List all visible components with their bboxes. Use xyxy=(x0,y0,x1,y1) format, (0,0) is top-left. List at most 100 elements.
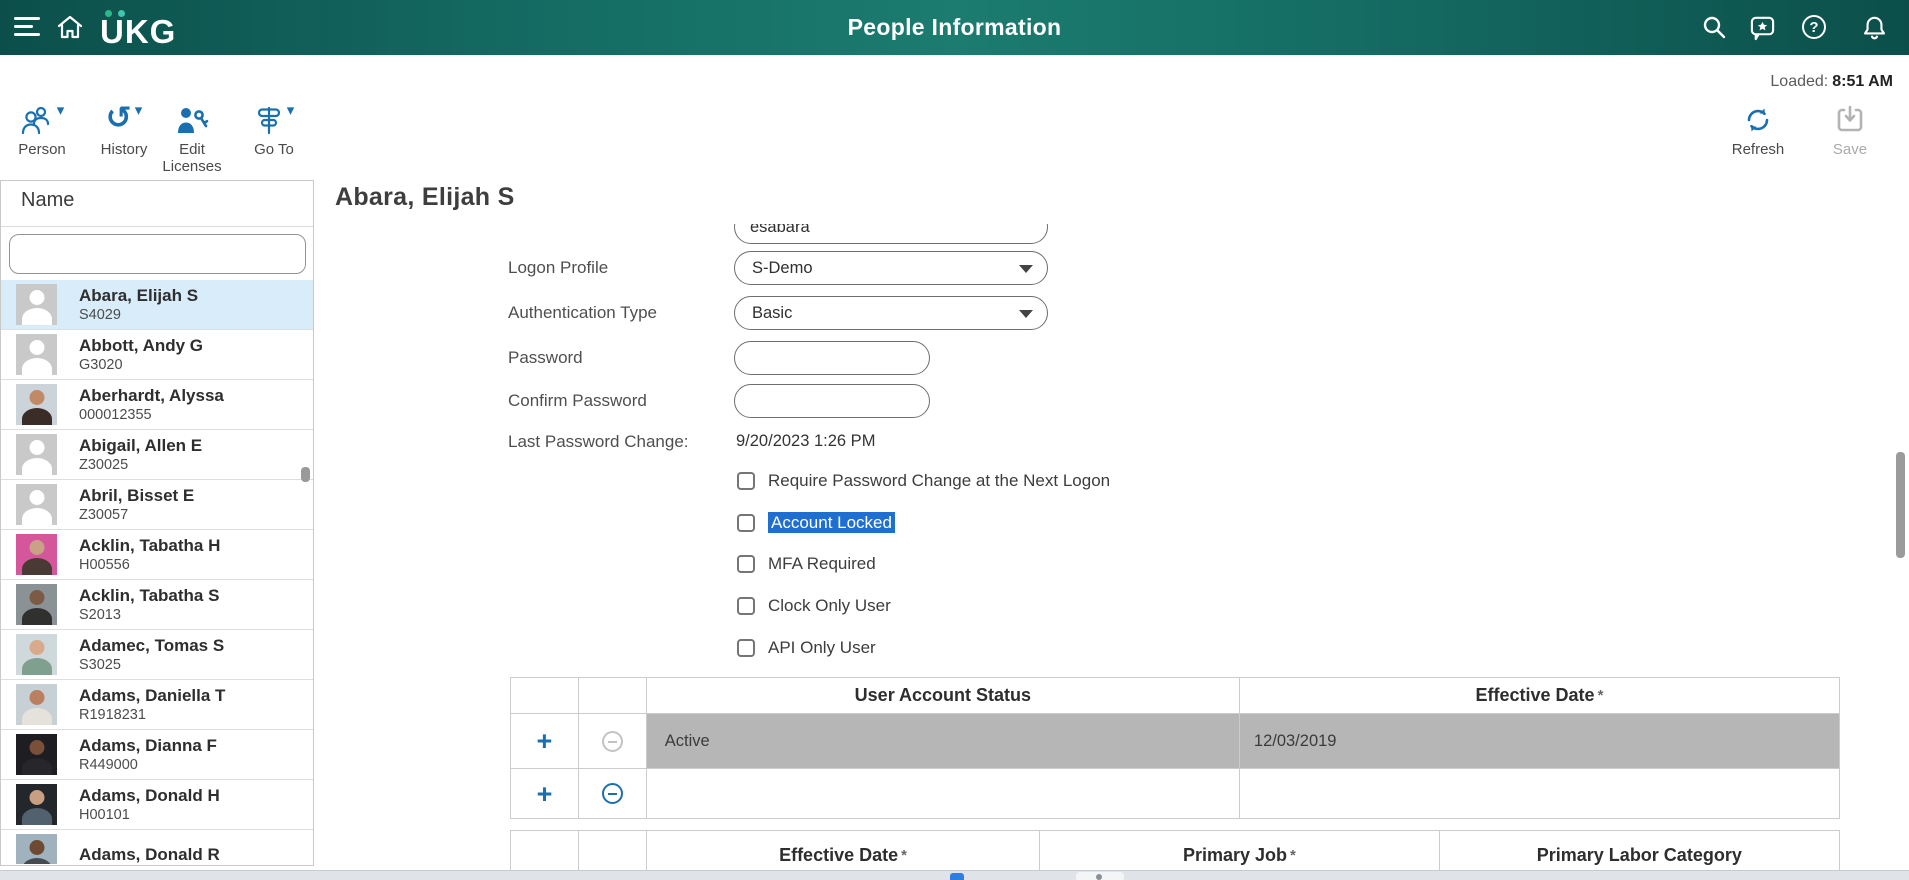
account-locked-label[interactable]: Account Locked xyxy=(768,513,895,533)
option-row: Clock Only User xyxy=(737,595,891,617)
save-label: Save xyxy=(1818,141,1882,158)
ukg-people-information-screen: UKG People Information ? Loaded:8: xyxy=(0,0,1909,880)
user-account-status-cell[interactable]: Active xyxy=(647,714,1240,769)
person-name: Aberhardt, Alyssa xyxy=(79,386,224,406)
remove-row-button[interactable] xyxy=(602,783,623,804)
person-name: Abril, Bisset E xyxy=(79,486,194,506)
person-list-item[interactable]: Adams, Dianna F R449000 xyxy=(1,730,313,780)
home-icon[interactable] xyxy=(55,12,85,47)
go-to-menu-button[interactable]: ▾ Go To xyxy=(242,104,306,158)
avatar-photo xyxy=(16,834,57,864)
person-id: Z30057 xyxy=(79,506,194,524)
person-list-item[interactable]: Abigail, Allen E Z30025 xyxy=(1,430,313,480)
page-title: People Information xyxy=(848,14,1062,41)
menu-icon[interactable] xyxy=(14,16,42,38)
last-password-change-value: 9/20/2023 1:26 PM xyxy=(736,432,875,451)
avatar-placeholder xyxy=(16,284,57,325)
add-row-button[interactable]: + xyxy=(537,782,553,806)
refresh-label: Refresh xyxy=(1726,141,1790,158)
clock-only-user-label[interactable]: Clock Only User xyxy=(768,596,891,616)
save-button[interactable]: Save xyxy=(1818,104,1882,158)
add-row-button[interactable]: + xyxy=(537,729,553,753)
app-header: UKG People Information ? xyxy=(0,0,1909,55)
mfa-required-checkbox[interactable] xyxy=(737,555,755,573)
person-menu-button[interactable]: ▾ Person xyxy=(10,104,74,158)
required-marker: * xyxy=(1290,847,1296,864)
person-detail-title: Abara, Elijah S xyxy=(335,183,515,212)
required-marker: * xyxy=(901,847,907,864)
ukg-logo: UKG xyxy=(100,7,176,51)
logon-profile-select[interactable]: S-Demo xyxy=(734,251,1048,285)
avatar-placeholder xyxy=(16,334,57,375)
person-list-item[interactable]: Acklin, Tabatha S S2013 xyxy=(1,580,313,630)
effective-date-cell-empty[interactable] xyxy=(1240,769,1839,818)
effective-date-cell[interactable]: 12/03/2019 xyxy=(1240,714,1839,769)
person-id: R1918231 xyxy=(79,706,225,724)
taskbar-app-icon[interactable] xyxy=(950,873,964,880)
person-id: H00101 xyxy=(79,806,220,824)
edit-licenses-button[interactable]: Edit Licenses xyxy=(160,104,224,175)
password-input[interactable] xyxy=(734,341,930,375)
avatar-photo xyxy=(16,684,57,725)
remove-row-button-disabled[interactable] xyxy=(602,731,623,752)
person-icon xyxy=(20,104,54,140)
remove-column-header xyxy=(579,678,647,714)
authentication-type-select[interactable]: Basic xyxy=(734,296,1048,330)
history-menu-button[interactable]: ↺ ▾ History xyxy=(92,104,156,158)
edit-licenses-icon xyxy=(175,104,209,140)
refresh-button[interactable]: Refresh xyxy=(1726,104,1790,158)
feedback-icon[interactable] xyxy=(1748,13,1776,41)
require-password-change-label[interactable]: Require Password Change at the Next Logo… xyxy=(768,471,1110,491)
person-id: Z30025 xyxy=(79,456,202,474)
main-scrollbar-thumb[interactable] xyxy=(1896,452,1905,558)
table-row-empty: + xyxy=(511,769,1839,818)
person-list-item[interactable]: Abril, Bisset E Z30057 xyxy=(1,480,313,530)
ukg-logo-dots xyxy=(105,10,127,17)
person-list-item[interactable]: Abara, Elijah S S4029 xyxy=(1,280,313,330)
sidebar-scrollbar-thumb[interactable] xyxy=(301,467,310,482)
loaded-label: Loaded: xyxy=(1770,73,1828,90)
sidebar-header: Name xyxy=(21,189,74,212)
option-row: Account Locked xyxy=(737,512,895,534)
people-sidebar: Name Abara, Elijah S S4029 Abbott, Andy … xyxy=(0,180,314,866)
api-only-user-checkbox[interactable] xyxy=(737,639,755,657)
person-list-item[interactable]: Acklin, Tabatha H H00556 xyxy=(1,530,313,580)
api-only-user-label[interactable]: API Only User xyxy=(768,638,876,658)
person-name: Adams, Daniella T xyxy=(79,686,225,706)
person-list-item[interactable]: Adams, Donald R xyxy=(1,830,313,864)
table-row: + Active 12/03/2019 xyxy=(511,714,1839,769)
option-row: API Only User xyxy=(737,637,876,659)
username-input[interactable] xyxy=(734,224,1048,244)
avatar-placeholder xyxy=(16,484,57,525)
edit-licenses-label-line1: Edit xyxy=(179,141,205,158)
account-locked-highlighted-text[interactable]: Account Locked xyxy=(768,512,895,533)
person-list-item[interactable]: Abbott, Andy G G3020 xyxy=(1,330,313,380)
person-id: S2013 xyxy=(79,606,219,624)
require-password-change-checkbox[interactable] xyxy=(737,472,755,490)
search-icon[interactable] xyxy=(1700,13,1728,41)
caret-down-icon: ▾ xyxy=(287,106,295,116)
notifications-bell-icon[interactable] xyxy=(1860,13,1888,41)
person-id: S4029 xyxy=(79,306,198,324)
help-icon[interactable]: ? xyxy=(1800,13,1828,41)
avatar-photo xyxy=(16,784,57,825)
person-list-item[interactable]: Adams, Donald H H00101 xyxy=(1,780,313,830)
clock-only-user-checkbox[interactable] xyxy=(737,597,755,615)
person-list-item[interactable]: Aberhardt, Alyssa 000012355 xyxy=(1,380,313,430)
name-search-input[interactable] xyxy=(9,234,306,274)
person-list-item[interactable]: Adams, Daniella T R1918231 xyxy=(1,680,313,730)
user-account-status-table: User Account Status Effective Date* + Ac… xyxy=(510,677,1840,819)
table-header-row: User Account Status Effective Date* xyxy=(511,678,1839,714)
user-account-status-cell-empty[interactable] xyxy=(647,769,1240,818)
confirm-password-label: Confirm Password xyxy=(508,391,647,411)
person-list-item[interactable]: Adamec, Tomas S S3025 xyxy=(1,630,313,680)
taskbar-app-icon[interactable] xyxy=(1076,872,1124,880)
authentication-type-label: Authentication Type xyxy=(508,303,657,323)
authentication-type-value: Basic xyxy=(752,304,792,323)
person-name: Adams, Donald R xyxy=(79,845,220,865)
person-id: G3020 xyxy=(79,356,203,374)
person-label: Person xyxy=(10,141,74,158)
account-locked-checkbox[interactable] xyxy=(737,514,755,532)
confirm-password-input[interactable] xyxy=(734,384,930,418)
mfa-required-label[interactable]: MFA Required xyxy=(768,554,876,574)
